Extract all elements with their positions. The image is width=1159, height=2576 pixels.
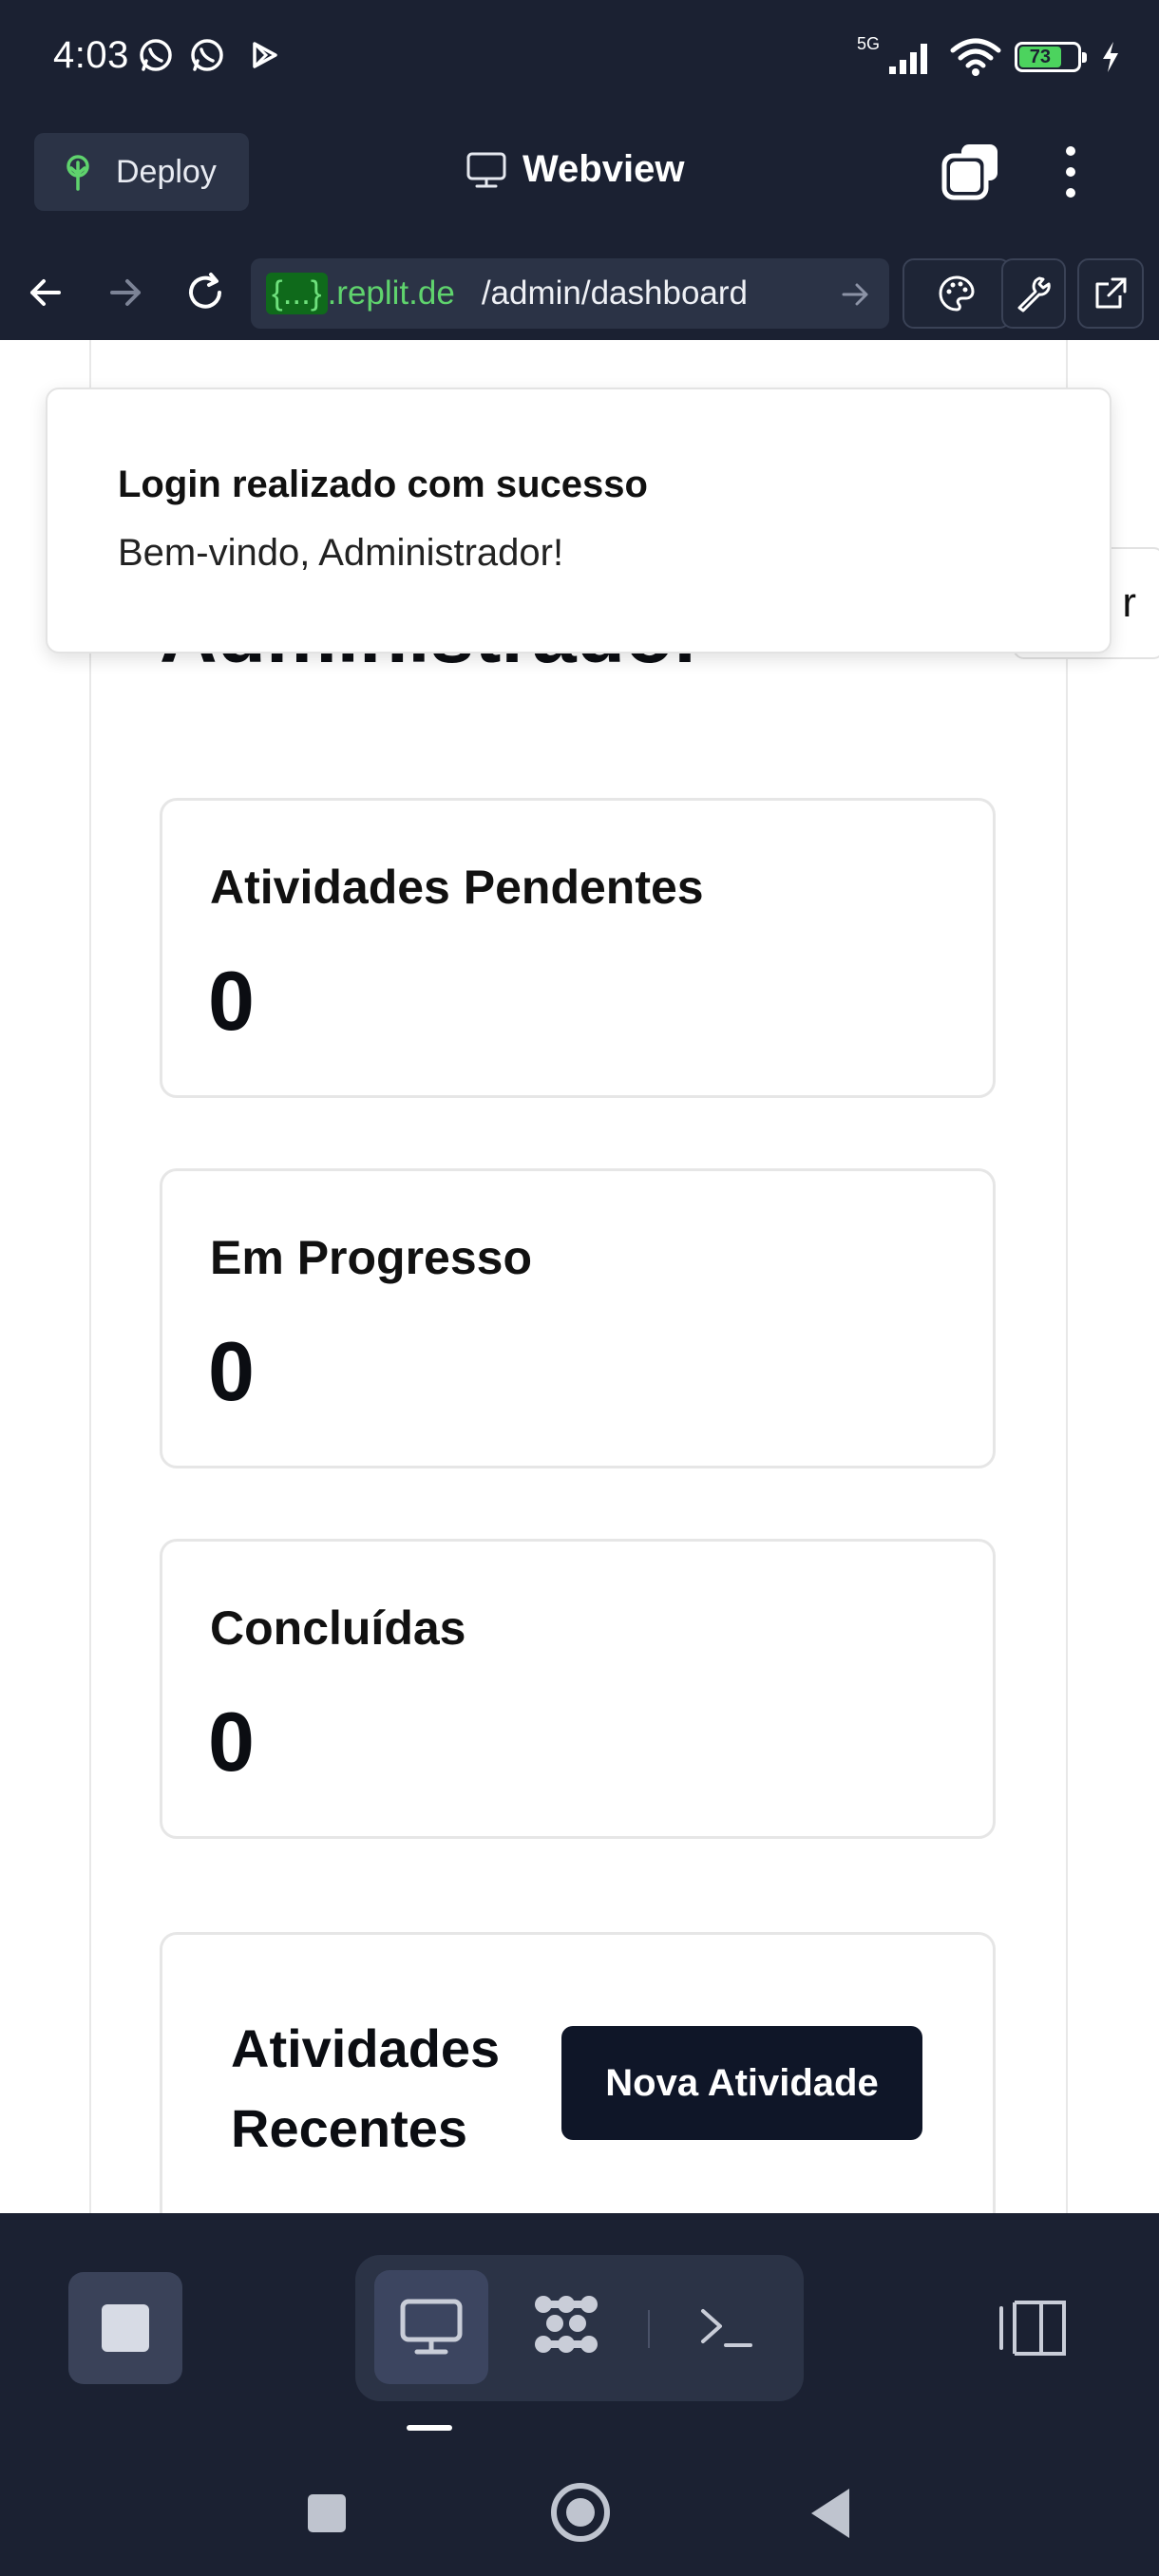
screen: 4:03 5G 73 Deploy Webview {...} .replit.… <box>0 0 1159 2576</box>
deploy-button[interactable]: Deploy <box>34 133 249 211</box>
stop-icon <box>102 2304 149 2352</box>
webview-title-label: Webview <box>522 148 685 190</box>
new-activity-button[interactable]: Nova Atividade <box>561 2026 922 2140</box>
stat-card-in-progress: Em Progresso 0 <box>160 1168 996 1468</box>
url-host-prefix: {...} <box>266 273 328 314</box>
app-header: Deploy Webview <box>0 114 1159 247</box>
wifi-icon <box>950 38 1001 76</box>
stat-label: Em Progresso <box>210 1231 533 1284</box>
recent-activities-title: Atividades Recentes <box>231 2018 501 2158</box>
network-label: 5G <box>856 33 880 53</box>
url-input[interactable]: {...} .replit.de /admin/dashboard <box>251 258 889 329</box>
status-bar: 4:03 5G 73 <box>0 0 1159 114</box>
toast-notification[interactable]: Login realizado com sucesso Bem-vindo, A… <box>46 388 1112 653</box>
terminal-mode-button[interactable] <box>669 2270 783 2384</box>
battery-icon: 73 <box>1015 42 1087 72</box>
bottom-toolbar <box>0 2213 1159 2441</box>
monitor-icon <box>466 152 506 187</box>
monitor-icon <box>400 2299 463 2355</box>
url-path: /admin/dashboard <box>481 275 749 312</box>
palette-button[interactable] <box>902 258 1011 329</box>
stat-card-pending: Atividades Pendentes 0 <box>160 798 996 1098</box>
tabs-icon[interactable] <box>940 142 999 201</box>
wrench-icon <box>1017 276 1051 313</box>
workspace-mode-button[interactable] <box>509 2270 623 2384</box>
stat-label: Atividades Pendentes <box>210 861 704 914</box>
deploy-tree-icon <box>66 155 89 191</box>
whatsapp-icon <box>140 39 172 71</box>
external-link-icon <box>1095 277 1127 309</box>
palette-icon <box>939 275 975 312</box>
stat-label: Concluídas <box>210 1601 466 1655</box>
deploy-label: Deploy <box>116 153 217 190</box>
status-indicators: 5G 73 <box>857 30 1121 84</box>
stop-button[interactable] <box>68 2272 182 2384</box>
mode-divider <box>648 2310 650 2348</box>
devtools-button[interactable] <box>1001 258 1066 329</box>
view-mode-switcher <box>355 2255 804 2401</box>
battery-level: 73 <box>1019 47 1061 67</box>
stat-value: 0 <box>208 1324 255 1418</box>
open-external-button[interactable] <box>1077 258 1144 329</box>
stat-value: 0 <box>208 954 255 1048</box>
url-host: .replit.de <box>327 275 455 312</box>
recent-activities-card: Atividades Recentes Nova Atividade <box>160 1932 996 2213</box>
gesture-indicator <box>407 2425 452 2431</box>
workspace-grid-icon <box>535 2296 598 2353</box>
more-menu-icon[interactable] <box>1056 142 1085 201</box>
webview-mode-button[interactable] <box>374 2270 488 2384</box>
stat-card-completed: Concluídas 0 <box>160 1539 996 1839</box>
play-store-icon <box>253 42 277 68</box>
home-icon[interactable] <box>551 2483 610 2542</box>
webview-tab-title: Webview <box>466 148 684 191</box>
whatsapp-icon <box>191 39 223 71</box>
status-time: 4:03 <box>53 34 129 76</box>
stat-value: 0 <box>208 1695 255 1789</box>
recent-apps-icon[interactable] <box>308 2494 346 2532</box>
toast-message: Bem-vindo, Administrador! <box>118 532 564 574</box>
reload-icon[interactable] <box>180 268 230 317</box>
terminal-icon <box>701 2309 752 2347</box>
url-toolbar: {...} .replit.de /admin/dashboard <box>0 247 1159 340</box>
back-icon[interactable] <box>21 268 70 317</box>
panel-toggle-icon[interactable] <box>998 2297 1070 2359</box>
webview-content: Administrador Atividades Pendentes 0 Em … <box>0 340 1159 2213</box>
forward-icon[interactable] <box>101 268 150 317</box>
toast-title: Login realizado com sucesso <box>118 464 648 505</box>
go-arrow-icon[interactable] <box>836 275 874 313</box>
charging-icon <box>1103 42 1118 72</box>
signal-icon <box>889 44 927 74</box>
system-navigation-bar <box>0 2441 1159 2576</box>
back-nav-icon[interactable] <box>811 2489 849 2538</box>
